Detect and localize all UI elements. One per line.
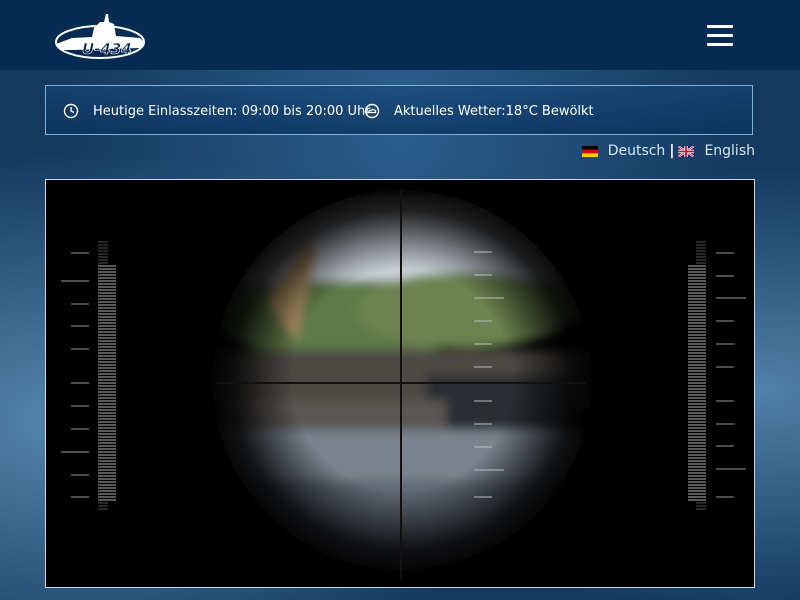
current-weather: Aktuelles Wetter:18°C Bewölkt: [364, 86, 594, 136]
svg-text:U-434: U-434: [82, 40, 132, 58]
periscope-scene: [61, 180, 746, 580]
uk-flag-icon: [678, 145, 695, 157]
language-separator: |: [669, 143, 675, 159]
site-header: U-434: [0, 0, 800, 70]
periscope-view[interactable]: [45, 179, 755, 588]
german-flag-icon: [581, 145, 598, 157]
clock-icon: [63, 103, 79, 119]
opening-hours-text: Heutige Einlasszeiten: 09:00 bis 20:00 U…: [93, 103, 371, 119]
u434-logo[interactable]: U-434: [52, 8, 148, 64]
language-link-english[interactable]: English: [704, 143, 755, 159]
info-bar: Heutige Einlasszeiten: 09:00 bis 20:00 U…: [45, 85, 753, 135]
language-switcher: Deutsch | English: [581, 143, 755, 159]
weather-text: Aktuelles Wetter:18°C Bewölkt: [394, 103, 594, 119]
hamburger-menu-icon[interactable]: [704, 22, 736, 50]
opening-hours: Heutige Einlasszeiten: 09:00 bis 20:00 U…: [63, 86, 371, 136]
weather-icon: [364, 103, 380, 119]
language-link-deutsch[interactable]: Deutsch: [608, 143, 666, 159]
